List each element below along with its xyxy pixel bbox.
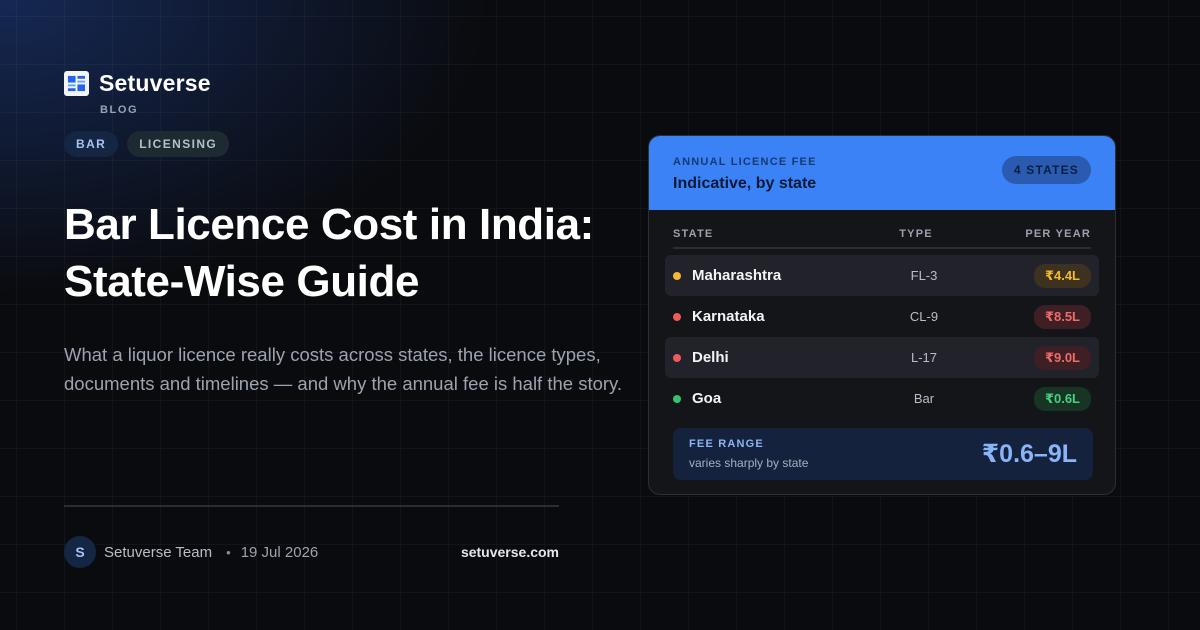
row-type: CL-9 — [909, 309, 939, 324]
brand-subtitle: BLOG — [100, 104, 139, 116]
column-header-fee: PER YEAR — [1025, 228, 1091, 240]
row-fee-badge: ₹9.0L — [1033, 345, 1091, 370]
footer-divider — [64, 505, 559, 507]
table-row[interactable]: Maharashtra FL-3 ₹4.4L — [665, 255, 1099, 296]
column-header-state: STATE — [673, 228, 714, 240]
brand[interactable]: Setuverse — [64, 70, 624, 97]
author-avatar: S — [64, 536, 96, 568]
tag-bar[interactable]: BAR — [64, 131, 119, 157]
row-fee-badge: ₹0.6L — [1033, 386, 1091, 411]
table-row[interactable]: Karnataka CL-9 ₹8.5L — [665, 296, 1099, 337]
row-type: Bar — [913, 391, 935, 406]
table-row[interactable]: Delhi L-17 ₹9.0L — [665, 337, 1099, 378]
states-count-badge: 4 STATES — [1001, 156, 1091, 184]
status-dot — [673, 353, 681, 362]
tag-list: BAR LICENSING — [64, 131, 624, 157]
row-state: Karnataka — [692, 308, 765, 325]
author-name[interactable]: Setuverse Team — [104, 544, 212, 561]
article-footer: S Setuverse Team • 19 Jul 2026 setuverse… — [64, 536, 559, 568]
row-fee-badge: ₹8.5L — [1033, 304, 1091, 329]
status-dot — [673, 312, 681, 321]
site-link[interactable]: setuverse.com — [461, 544, 559, 560]
publish-date: 19 Jul 2026 — [240, 543, 319, 561]
tag-licensing[interactable]: LICENSING — [127, 131, 230, 157]
licence-fee-card: ANNUAL LICENCE FEE Indicative, by state … — [648, 135, 1116, 495]
row-state: Goa — [692, 390, 722, 407]
table-header: STATE TYPE PER YEAR — [673, 228, 1091, 249]
row-type: FL-3 — [910, 268, 938, 283]
fee-range-panel: FEE RANGE varies sharply by state ₹0.6–9… — [673, 428, 1093, 480]
row-fee-badge: ₹4.4L — [1033, 263, 1091, 288]
meta-separator: • — [226, 544, 231, 560]
article-title: Bar Licence Cost in India: State-Wise Gu… — [64, 200, 594, 306]
card-header: ANNUAL LICENCE FEE Indicative, by state … — [649, 136, 1115, 210]
setuverse-logo-icon — [64, 71, 89, 96]
status-dot — [673, 394, 681, 403]
row-type: L-17 — [910, 350, 938, 365]
status-dot — [673, 271, 681, 280]
article-description: What a liquor licence really costs acros… — [64, 344, 623, 394]
row-state: Maharashtra — [692, 267, 782, 284]
fee-range-value: ₹0.6–9L — [981, 440, 1077, 468]
table-row[interactable]: Goa Bar ₹0.6L — [665, 378, 1099, 419]
row-state: Delhi — [692, 349, 729, 366]
column-header-type: TYPE — [899, 228, 933, 240]
table-body: Maharashtra FL-3 ₹4.4L Karnataka CL-9 ₹8… — [665, 255, 1099, 419]
brand-name: Setuverse — [99, 70, 211, 96]
article-panel: Setuverse BLOG BAR LICENSING Bar Licence… — [64, 70, 624, 398]
